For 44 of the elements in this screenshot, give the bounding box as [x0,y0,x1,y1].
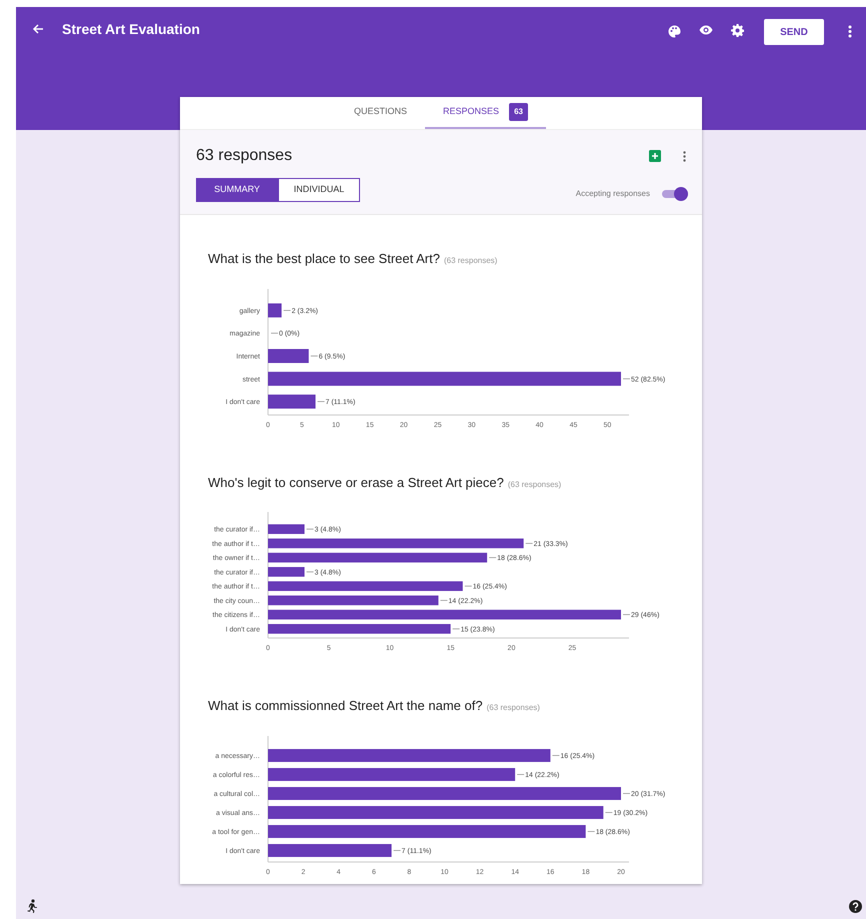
more-options-icon[interactable] [683,150,686,162]
send-button[interactable]: SEND [764,19,824,45]
leader-line [270,332,278,334]
leader-line [525,542,534,544]
leader-line [587,830,596,832]
more-options-icon[interactable] [848,25,852,38]
question-title: What is the best place to see Street Art? [208,251,440,266]
spreadsheet-icon[interactable] [649,150,661,162]
view-toggle-button[interactable]: INDIVIDUAL [278,178,360,202]
question-title: What is commissionned Street Art the name of? [208,698,483,713]
leader-line [622,792,630,794]
back-arrow-icon[interactable] [32,23,44,35]
leader-line [317,400,325,402]
count-badge: 63 [509,103,528,121]
leader-line [440,600,448,601]
leader-line [310,355,318,356]
responses-heading: 63 responses [196,146,292,166]
leader-line [622,378,630,379]
question-title: Who's legit to conserve or erase a Street Art piece? [208,474,504,490]
accepting-toggle[interactable] [662,187,688,201]
form-title: Street Art Evaluation [62,20,201,39]
running-figure-icon[interactable] [26,899,38,913]
bar [268,302,282,317]
leader-line [306,571,314,572]
response-count: (63 responses) [486,703,540,712]
leader-line [622,614,630,616]
bar [268,524,305,534]
accepting-responses-label: Accepting responses [576,188,650,200]
settings-icon[interactable] [731,24,744,37]
view-toggle-button[interactable]: SUMMARY [196,178,278,202]
help-icon[interactable] [849,900,862,913]
bar [268,567,305,577]
leader-line [464,586,472,587]
bar [268,394,316,408]
leader-line [552,754,560,756]
leader-line [306,528,314,530]
leader-line [452,628,460,630]
leader-line [488,557,496,558]
tab[interactable]: QUESTIONS [336,97,426,129]
palette-icon[interactable] [668,25,681,38]
bar [268,348,309,362]
eye-icon[interactable] [699,25,713,35]
response-count: (63 responses) [444,256,498,265]
response-count: (63 responses) [508,480,562,488]
